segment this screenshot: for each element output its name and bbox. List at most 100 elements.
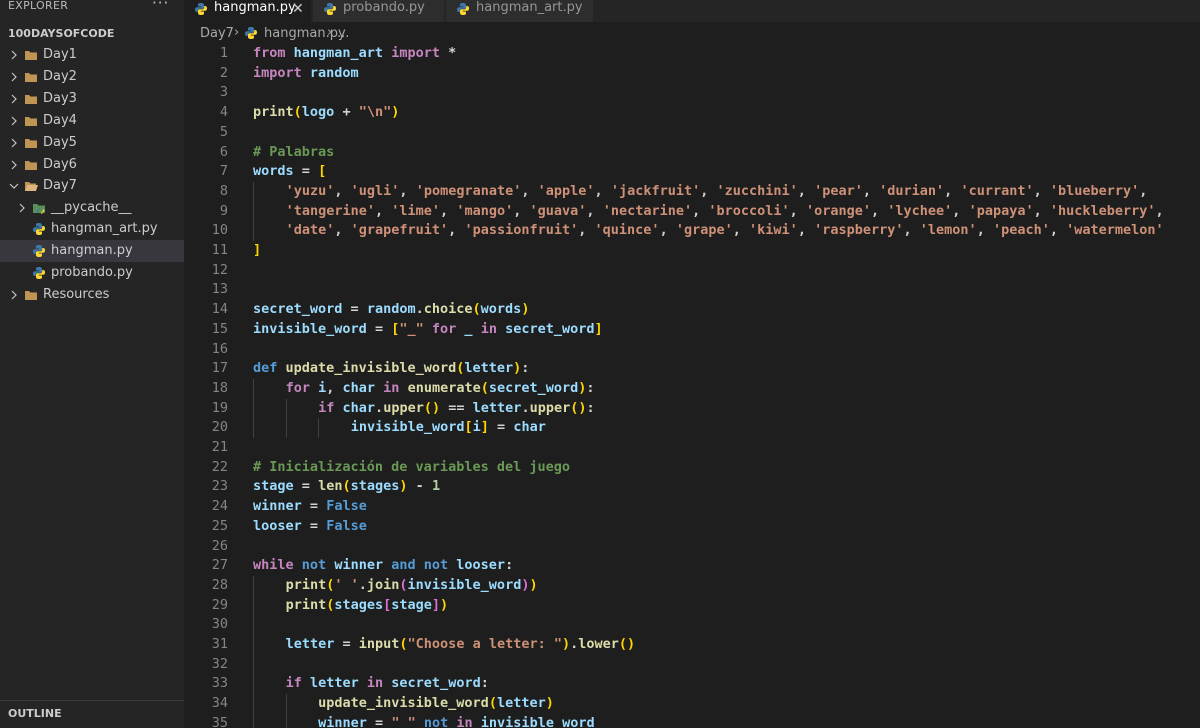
code-line[interactable]: 'tangerine', 'lime', 'mango', 'guava', '… (253, 202, 1164, 222)
tree-item-label: Day5 (43, 135, 77, 150)
tab-label: hangman_art.py (476, 0, 583, 15)
code-line[interactable]: letter = input("Choose a letter: ").lowe… (253, 635, 636, 655)
line-number: 3 (219, 84, 228, 101)
code-line[interactable]: print(stages[stage]) (253, 596, 449, 616)
line-number: 8 (219, 182, 228, 199)
code-line[interactable]: 'yuzu', 'ugli', 'pomegranate', 'apple', … (253, 182, 1148, 202)
code-line[interactable]: for i, char in enumerate(secret_word): (253, 379, 595, 399)
code-line[interactable]: ] (253, 241, 261, 261)
line-number: 32 (211, 655, 228, 672)
code-line[interactable]: from hangman_art import * (253, 44, 456, 64)
tree-item-day7[interactable]: Day7 (0, 175, 184, 197)
line-number: 34 (211, 695, 228, 712)
chevron-right-icon[interactable] (8, 115, 20, 127)
chevron-right-icon[interactable] (8, 137, 20, 149)
python-file-icon (456, 1, 470, 15)
code-line[interactable]: # Inicialización de variables del juego (253, 458, 570, 478)
tree-item-day1[interactable]: Day1 (0, 44, 184, 66)
code-line[interactable]: secret_word = random.choice(words) (253, 300, 529, 320)
code-line[interactable]: winner = False (253, 497, 367, 517)
python-file-icon (194, 1, 208, 15)
workspace-folder-title[interactable]: 100DAYSOFCODE (0, 24, 184, 44)
python-file-icon (32, 266, 46, 280)
tab-hangman-py[interactable]: hangman.py ✕ (184, 0, 312, 22)
line-number: 31 (211, 636, 228, 652)
code-line[interactable]: invisible_word[i] = char (253, 418, 546, 438)
code-line[interactable]: looser = False (253, 517, 367, 537)
breadcrumb-symbol[interactable]: ... (337, 26, 349, 41)
code-line[interactable]: words = [ (253, 162, 326, 182)
code-line[interactable]: 'date', 'grapefruit', 'passionfruit', 'q… (253, 221, 1164, 241)
line-number: 20 (211, 419, 228, 436)
outline-section[interactable]: OUTLINE (0, 700, 184, 728)
line-number: 24 (211, 498, 228, 515)
line-number: 13 (211, 281, 228, 298)
line-number: 21 (211, 439, 228, 455)
folder-icon (24, 136, 38, 150)
chevron-right-icon[interactable] (8, 93, 20, 105)
line-number: 4 (219, 104, 228, 121)
indent-guide (253, 575, 254, 728)
code-line[interactable]: # Palabras (253, 143, 334, 163)
chevron-right-icon[interactable] (8, 159, 20, 171)
tab-hangman-art-py[interactable]: hangman_art.py (446, 0, 594, 22)
chevron-right-icon[interactable] (8, 71, 20, 83)
folder-icon (24, 158, 38, 172)
line-number: 28 (211, 576, 228, 593)
indent-guide (285, 694, 287, 728)
tree-item-probando-py[interactable]: probando.py (0, 262, 184, 284)
code-line[interactable]: import random (253, 64, 359, 84)
code-line[interactable]: stage = len(stages) - 1 (253, 477, 440, 497)
code-line[interactable]: if char.upper() == letter.upper(): (253, 399, 595, 419)
folder-icon (24, 70, 38, 84)
folder-icon (24, 288, 38, 302)
code-line[interactable]: while not winner and not looser: (253, 556, 513, 576)
code-editor[interactable]: 1 2 3 4 5 6 7 8 9 10 11 12 13 14 15 16 17 18 19 20 21 22 23 24 2… (184, 44, 1200, 728)
line-number: 18 (211, 379, 228, 396)
tree-item-label: Day6 (43, 157, 77, 172)
more-actions-icon[interactable]: ··· (152, 0, 169, 12)
chevron-right-icon[interactable] (16, 202, 28, 214)
tree-item-label: hangman_art.py (51, 221, 158, 236)
code-line[interactable]: invisible_word = ["_" for _ in secret_wo… (253, 320, 603, 340)
line-number: 2 (219, 64, 228, 81)
line-number: 14 (211, 301, 228, 318)
tab-label: probando.py (343, 0, 425, 15)
breadcrumb-folder[interactable]: Day7 (200, 26, 234, 41)
chevron-right-icon[interactable] (8, 49, 20, 61)
code-line[interactable]: print(' '.join(invisible_word)) (253, 576, 538, 596)
tree-item-pycache[interactable]: __pycache__ (0, 197, 184, 219)
tree-item-day2[interactable]: Day2 (0, 66, 184, 88)
code-line[interactable]: update_invisible_word(letter) (253, 694, 554, 714)
python-file-icon (244, 26, 258, 40)
chevron-down-icon[interactable] (8, 180, 20, 192)
code-line[interactable]: def update_invisible_word(letter): (253, 359, 529, 379)
tree-item-day6[interactable]: Day6 (0, 154, 184, 176)
python-file-icon (323, 1, 337, 15)
line-number: 26 (211, 537, 228, 554)
tree-item-label: Day4 (43, 113, 77, 128)
breadcrumb-file[interactable]: hangman.py (264, 26, 346, 41)
breadcrumb: Day7 › hangman.py › ... (184, 22, 1200, 44)
tab-probando-py[interactable]: probando.py (313, 0, 445, 22)
breadcrumb-separator: › (234, 25, 240, 40)
code-line[interactable]: winner = " " not in invisible_word (253, 714, 594, 728)
close-tab-icon[interactable]: ✕ (292, 1, 304, 17)
tree-item-day4[interactable]: Day4 (0, 110, 184, 132)
line-number: 27 (211, 557, 228, 574)
chevron-right-icon[interactable] (8, 289, 20, 301)
tree-item-hangman-py[interactable]: hangman.py (0, 240, 184, 262)
tree-item-day5[interactable]: Day5 (0, 132, 184, 154)
code-line[interactable]: print(logo + "\n") (253, 103, 399, 123)
line-number: 25 (211, 517, 228, 534)
line-number: 5 (219, 123, 228, 140)
tree-item-label: probando.py (51, 265, 133, 280)
line-number: 1 (219, 45, 228, 61)
tree-item-label: __pycache__ (51, 200, 132, 215)
tree-item-hangman-art-py[interactable]: hangman_art.py (0, 218, 184, 240)
code-line[interactable]: if letter in secret_word: (253, 674, 489, 694)
tree-item-resources[interactable]: Resources (0, 284, 184, 306)
line-number: 29 (211, 596, 228, 613)
line-number: 12 (211, 261, 228, 278)
tree-item-day3[interactable]: Day3 (0, 88, 184, 110)
